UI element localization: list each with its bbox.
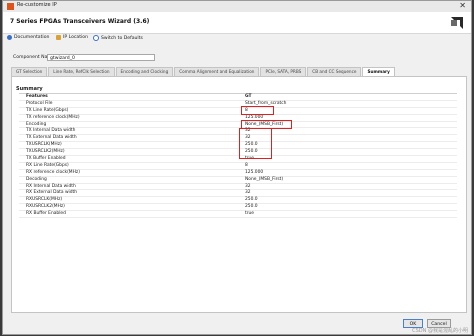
ip-location-label: IP Location <box>63 35 89 40</box>
switch-defaults-label: Switch to Defaults <box>101 35 143 41</box>
amd-xilinx-logo-icon <box>451 17 463 29</box>
tab-encoding-clocking[interactable]: Encoding and Clocking <box>115 67 174 76</box>
summary-table: Features GT Protocol File Start_from_scra… <box>19 93 457 219</box>
row-key: TX Internal Data width <box>26 128 76 134</box>
table-row: TX reference clock(MHz) 125.000 <box>19 115 457 122</box>
row-key: TXUSRCLK(MHz) <box>26 142 62 148</box>
row-key: TX Buffer Enabled <box>26 156 66 162</box>
table-row: TX External Data width 32 <box>19 135 457 143</box>
wizard-title: 7 Series FPGAs Transceivers Wizard (3.6) <box>10 18 150 25</box>
row-value: None_(MSB_First) <box>245 176 284 182</box>
toolbar: Documentation IP Location Switch to Defa… <box>3 34 471 44</box>
close-icon[interactable]: ✕ <box>459 1 466 11</box>
vivado-logo-icon <box>7 3 14 10</box>
header-features: Features <box>26 94 48 99</box>
recustomize-ip-window: Re-customize IP ✕ 7 Series FPGAs Transce… <box>2 0 472 335</box>
highlight-data-widths <box>239 128 272 159</box>
watermark: CSDN @我是混乱的小明 <box>412 328 468 334</box>
table-row: RX Line Rate(Gbps) 8 <box>19 163 457 170</box>
documentation-label: Documentation <box>14 35 50 40</box>
footer: OK Cancel <box>3 314 471 334</box>
row-value: 8 <box>245 162 248 168</box>
row-key: TXUSRCLK2(MHz) <box>26 149 65 155</box>
table-row: TXUSRCLK(MHz) 250.0 <box>19 142 457 150</box>
table-row: RX External Data width 32 <box>19 190 457 198</box>
table-row: RX Buffer Enabled true <box>19 211 457 219</box>
table-row: TX Buffer Enabled true <box>19 156 457 163</box>
ip-location-button[interactable]: IP Location <box>56 35 88 40</box>
row-key: TX reference clock(MHz) <box>26 114 80 120</box>
table-row: RXUSRCLK2(MHz) 250.0 <box>19 204 457 212</box>
info-icon <box>7 35 12 40</box>
highlight-tx-line-rate <box>241 106 274 115</box>
row-key: Decoding <box>26 176 47 182</box>
component-name-input[interactable]: gtwizard_0 <box>47 54 155 61</box>
row-key: RX Internal Data width <box>26 183 76 189</box>
table-row: Encoding None_(MSB_First) <box>19 122 457 129</box>
switch-defaults-button[interactable]: Switch to Defaults <box>93 35 143 41</box>
tab-gt-selection[interactable]: GT Selection <box>11 67 48 76</box>
row-key: TX Line Rate(Gbps) <box>26 107 69 113</box>
row-value: 250.0 <box>245 204 258 210</box>
row-key: RX Line Rate(Gbps) <box>26 162 69 168</box>
refresh-icon <box>93 35 99 41</box>
tab-bar: GT Selection Line Rate, RefClk Selection… <box>11 67 396 77</box>
tab-line-rate[interactable]: Line Rate, RefClk Selection <box>48 67 115 76</box>
row-key: RXUSRCLK(MHz) <box>26 197 63 203</box>
documentation-button[interactable]: Documentation <box>7 35 49 40</box>
header-gt: GT <box>245 94 252 99</box>
table-row: TX Line Rate(Gbps) 8 <box>19 108 457 115</box>
table-row: TX Internal Data width 32 <box>19 128 457 136</box>
summary-title: Summary <box>16 86 43 92</box>
row-key: Encoding <box>26 121 47 127</box>
row-value: 32 <box>245 190 251 196</box>
table-row: Decoding None_(MSB_First) <box>19 177 457 184</box>
row-value: 32 <box>245 183 251 189</box>
row-value: true <box>245 211 255 217</box>
table-row: Protocol File Start_from_scratch <box>19 101 457 108</box>
table-row: RX reference clock(MHz) 125.000 <box>19 170 457 177</box>
row-key: RXUSRCLK2(MHz) <box>26 204 65 210</box>
row-key: RX External Data width <box>26 190 78 196</box>
table-row: RX Internal Data width 32 <box>19 184 457 191</box>
folder-icon <box>56 35 61 40</box>
row-key: Protocol File <box>26 100 53 106</box>
row-key: RX Buffer Enabled <box>26 211 66 217</box>
tab-pcie-sata-prbs[interactable]: PCIe, SATA, PRBS <box>260 67 307 76</box>
table-row: RXUSRCLK(MHz) 250.0 <box>19 197 457 205</box>
row-value: 250.0 <box>245 197 258 203</box>
row-key: TX External Data width <box>26 135 77 141</box>
table-row: TXUSRCLK2(MHz) 250.0 <box>19 149 457 157</box>
table-header-row: Features GT <box>19 94 457 101</box>
row-key: RX reference clock(MHz) <box>26 169 80 175</box>
tab-cb-cc-sequence[interactable]: CB and CC Sequence <box>307 67 362 76</box>
wizard-header: 7 Series FPGAs Transceivers Wizard (3.6) <box>3 12 471 34</box>
row-value: 125.000 <box>245 169 264 175</box>
tab-comma-alignment[interactable]: Comma Alignment and Equalization <box>174 67 260 76</box>
window-title: Re-customize IP <box>17 2 57 8</box>
